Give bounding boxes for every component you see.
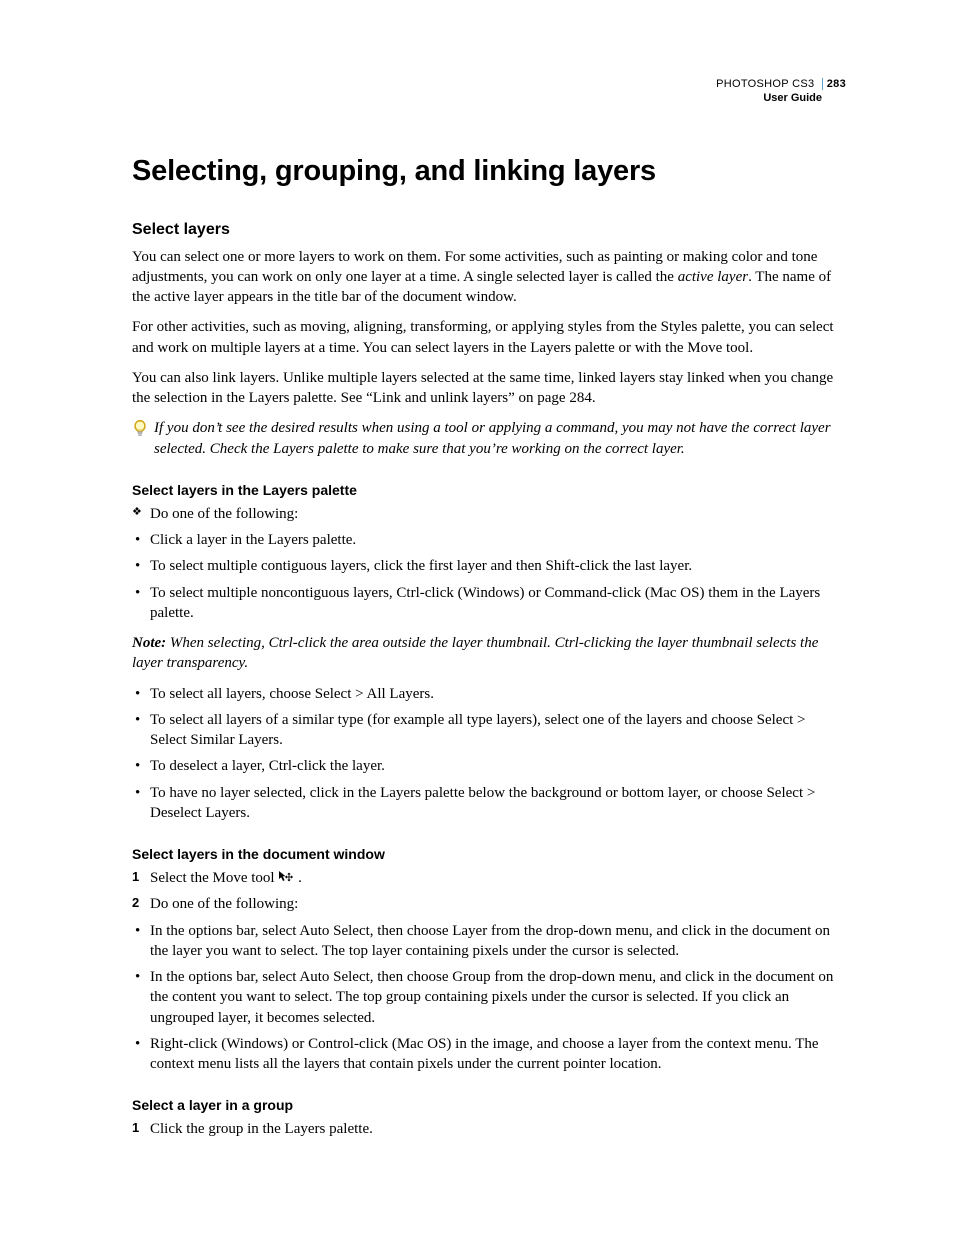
list-item: To deselect a layer, Ctrl-click the laye… [132, 756, 844, 776]
lightbulb-icon [132, 419, 150, 445]
tip-callout: If you don’t see the desired results whe… [132, 418, 844, 459]
list-item: To select multiple noncontiguous layers,… [132, 583, 844, 624]
body-paragraph: You can select one or more layers to wor… [132, 247, 844, 308]
body-paragraph: You can also link layers. Unlike multipl… [132, 368, 844, 409]
page: PHOTOSHOP CS3 283 User Guide Selecting, … [0, 0, 954, 1235]
note-body: When selecting, Ctrl-click the area outs… [132, 635, 818, 671]
list-item: In the options bar, select Auto Select, … [132, 967, 844, 1028]
list-item: To have no layer selected, click in the … [132, 783, 844, 824]
chapter-heading: Selecting, grouping, and linking layers [132, 152, 844, 191]
body-paragraph: For other activities, such as moving, al… [132, 317, 844, 358]
note-paragraph: Note: When selecting, Ctrl-click the are… [132, 633, 844, 674]
running-header: PHOTOSHOP CS3 283 User Guide [716, 78, 846, 106]
step-item: Click the group in the Layers palette. [132, 1119, 844, 1139]
tip-text: If you don’t see the desired results whe… [154, 418, 844, 459]
subhead-document-window: Select layers in the document window [132, 845, 844, 864]
product-name: PHOTOSHOP CS3 [716, 78, 814, 90]
instruction-line: Do one of the following: [132, 504, 844, 524]
list-item: In the options bar, select Auto Select, … [132, 921, 844, 962]
subhead-layers-palette: Select layers in the Layers palette [132, 481, 844, 500]
section-heading-select-layers: Select layers [132, 219, 844, 241]
step-item: Do one of the following: [132, 894, 844, 914]
bullet-list: Click a layer in the Layers palette. To … [132, 530, 844, 623]
numbered-steps: Click the group in the Layers palette. [132, 1119, 844, 1139]
list-item: To select multiple contiguous layers, cl… [132, 556, 844, 576]
step-item: Select the Move tool . [132, 868, 844, 888]
term-active-layer: active layer [678, 269, 748, 285]
list-item: Click a layer in the Layers palette. [132, 530, 844, 550]
bullet-list: To select all layers, choose Select > Al… [132, 684, 844, 824]
doc-title: User Guide [716, 92, 846, 106]
list-item: Right-click (Windows) or Control-click (… [132, 1034, 844, 1075]
note-label: Note: [132, 635, 166, 651]
subhead-layer-in-group: Select a layer in a group [132, 1096, 844, 1115]
list-item: To select all layers, choose Select > Al… [132, 684, 844, 704]
move-tool-icon [278, 870, 294, 886]
numbered-steps: Select the Move tool . Do one of the fol… [132, 868, 844, 915]
list-item: To select all layers of a similar type (… [132, 710, 844, 751]
page-number: 283 [822, 78, 846, 90]
bullet-list: In the options bar, select Auto Select, … [132, 921, 844, 1075]
